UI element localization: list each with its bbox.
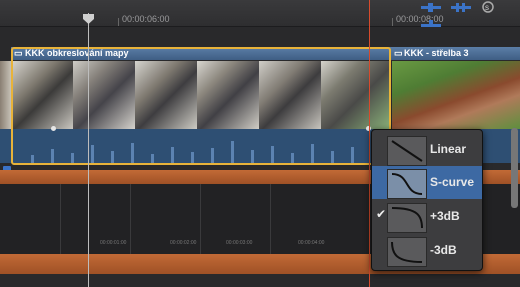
- snap-icon[interactable]: s: [481, 0, 495, 18]
- s-curve-icon: [387, 169, 427, 199]
- ruler-tick: [118, 18, 119, 26]
- filmstrip-frame: [11, 61, 73, 129]
- fade-shape-menu: Linear S-curve ✔ +3dB -3dB: [371, 129, 483, 271]
- filmstrip-frame: [392, 61, 520, 129]
- svg-text:s: s: [485, 3, 489, 12]
- timeline-ruler[interactable]: 00:00:06:00 00:00:08:00 s: [0, 0, 520, 31]
- linear-curve-icon: [387, 136, 427, 166]
- audio-meter-icon[interactable]: [420, 0, 442, 18]
- menu-item-minus-3db[interactable]: -3dB: [372, 234, 482, 267]
- clip-menu-icon[interactable]: ▭: [394, 47, 403, 60]
- playhead-icon[interactable]: [83, 11, 94, 24]
- menu-item-s-curve[interactable]: S-curve: [372, 166, 482, 199]
- playhead-line[interactable]: [88, 13, 89, 287]
- primary-clip-filmstrip: [11, 61, 391, 129]
- secondary-clip-title: KKK - střelba 3: [404, 48, 469, 58]
- filmstrip-frame: [197, 61, 259, 129]
- ruler-tick: [392, 18, 393, 26]
- secondary-clip-header[interactable]: ▭ KKK - střelba 3: [392, 47, 520, 60]
- primary-clip[interactable]: ▭ KKK obkreslování mapy: [11, 47, 405, 165]
- primary-clip-audio-waveform[interactable]: [11, 129, 391, 163]
- vertical-scrollbar[interactable]: [511, 128, 518, 208]
- menu-item-label: +3dB: [430, 209, 460, 223]
- previous-clip-thumbnail[interactable]: [0, 61, 11, 129]
- menu-item-plus-3db[interactable]: ✔ +3dB: [372, 200, 482, 233]
- filmstrip-frame: [135, 61, 197, 129]
- checkmark-icon: ✔: [376, 207, 387, 221]
- secondary-clip-filmstrip: [392, 61, 520, 129]
- menu-item-label: -3dB: [430, 243, 457, 257]
- lane-timecode: 00:00:03:00: [226, 240, 253, 246]
- ruler-toolbar: s: [416, 0, 520, 31]
- menu-item-label: S-curve: [430, 175, 475, 189]
- skimmer-line: [369, 0, 370, 287]
- filmstrip-frame: [259, 61, 321, 129]
- plus-3db-curve-icon: [387, 203, 427, 233]
- previous-clip-audio[interactable]: [0, 129, 11, 163]
- minus-3db-curve-icon: [387, 237, 427, 267]
- fade-handle[interactable]: [51, 126, 56, 131]
- menu-item-label: Linear: [430, 142, 467, 156]
- menu-item-linear[interactable]: Linear: [372, 133, 482, 166]
- ruler-timecode: 00:00:06:00: [122, 14, 170, 24]
- lane-timecode: 00:00:02:00: [170, 240, 197, 246]
- filmstrip-frame: [73, 61, 135, 129]
- primary-clip-title: KKK obkreslování mapy: [25, 48, 129, 58]
- audio-skim-icon[interactable]: [450, 0, 472, 18]
- clip-menu-icon[interactable]: ▭: [14, 47, 23, 60]
- lane-timecode: 00:00:04:00: [298, 240, 325, 246]
- primary-clip-header[interactable]: ▭ KKK obkreslování mapy: [11, 47, 405, 60]
- lane-timecode: 00:00:01:00: [100, 240, 127, 246]
- filmstrip-frame: [321, 61, 391, 129]
